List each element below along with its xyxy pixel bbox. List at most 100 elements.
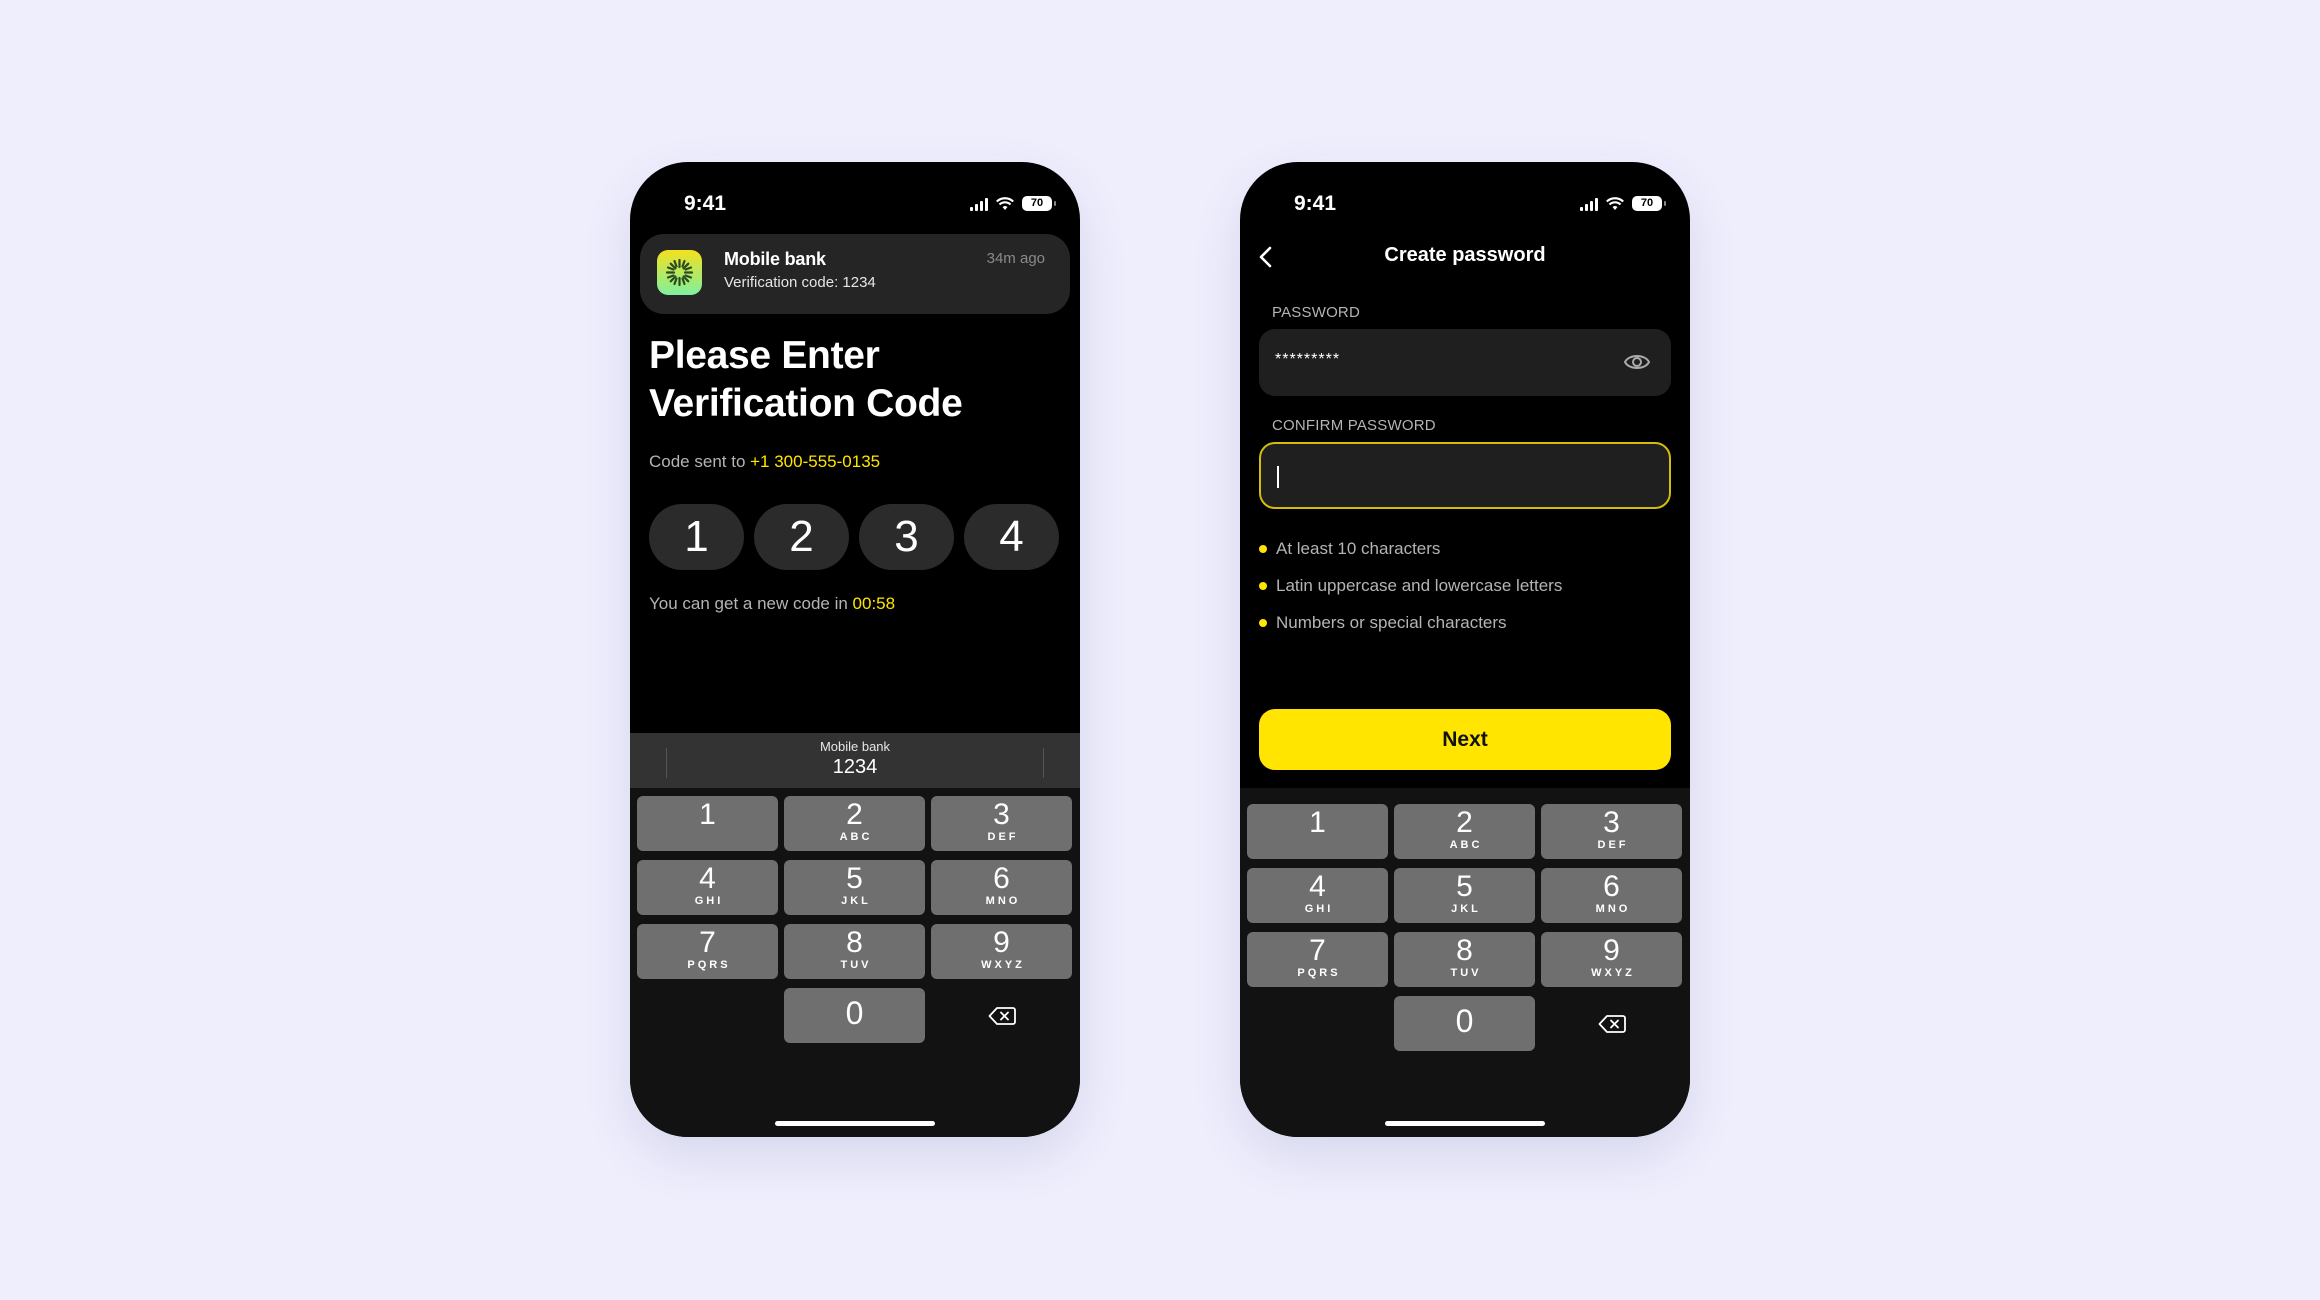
backspace-icon <box>1598 1014 1626 1033</box>
resend-timer-text: You can get a new code in 00:58 <box>649 594 895 614</box>
key-6[interactable]: 6 MNO <box>931 860 1072 915</box>
code-sent-prefix: Code sent to <box>649 452 751 471</box>
battery-icon: 70 <box>1022 196 1056 211</box>
delete-key[interactable] <box>931 988 1072 1043</box>
key-number: 7 <box>699 926 716 959</box>
key-letters: WXYZ <box>1591 967 1635 979</box>
sms-notification[interactable]: Mobile bank Verification code: 1234 34m … <box>640 234 1070 314</box>
key-2[interactable]: 2 ABC <box>784 796 925 851</box>
toggle-visibility-button[interactable] <box>1623 349 1651 380</box>
key-letters: ABC <box>839 831 873 843</box>
backspace-icon <box>988 1006 1016 1025</box>
page-title: Create password <box>1384 244 1546 266</box>
key-letters: DEF <box>1597 839 1629 851</box>
password-label: PASSWORD <box>1272 304 1360 321</box>
page-title: Please Enter Verification Code <box>649 332 963 428</box>
key-8[interactable]: 8 TUV <box>1394 932 1535 987</box>
key-letters: TUV <box>1450 967 1482 979</box>
key-letters: JKL <box>841 895 871 907</box>
key-number: 9 <box>1603 934 1620 967</box>
key-1[interactable]: 1 <box>637 796 778 851</box>
key-3[interactable]: 3 DEF <box>1541 804 1682 859</box>
home-indicator[interactable] <box>1385 1121 1545 1126</box>
requirement-item: At least 10 characters <box>1259 530 1562 567</box>
next-button[interactable]: Next <box>1259 709 1671 770</box>
status-time: 9:41 <box>684 192 727 215</box>
code-digit-input[interactable]: 1 <box>649 504 744 570</box>
key-9[interactable]: 9 WXYZ <box>1541 932 1682 987</box>
key-5[interactable]: 5 JKL <box>1394 868 1535 923</box>
cellular-signal-icon <box>1580 197 1598 211</box>
bullet-icon <box>1259 581 1267 590</box>
key-1[interactable]: 1 <box>1247 804 1388 859</box>
key-3[interactable]: 3 DEF <box>931 796 1072 851</box>
status-icons: 70 <box>970 196 1056 211</box>
status-bar: 9:41 70 <box>1240 186 1690 226</box>
resend-timer: 00:58 <box>852 594 896 613</box>
key-6[interactable]: 6 MNO <box>1541 868 1682 923</box>
page-title-line2: Verification Code <box>649 382 963 425</box>
key-5[interactable]: 5 JKL <box>784 860 925 915</box>
key-letters: PQRS <box>1297 967 1341 979</box>
delete-key[interactable] <box>1541 996 1682 1051</box>
numeric-keyboard: Mobile bank 1234 1 2 ABC 3 DEF 4 GHI 5 JKL 6… <box>630 733 1080 1137</box>
key-0[interactable]: 0 <box>1394 996 1535 1051</box>
key-number: 6 <box>993 862 1010 895</box>
key-7[interactable]: 7 PQRS <box>637 924 778 979</box>
phone-create-password-screen: 9:41 70 Create password PASSWORD *******… <box>1240 162 1690 1137</box>
key-empty <box>637 988 778 1043</box>
confirm-password-label: CONFIRM PASSWORD <box>1272 417 1436 434</box>
cellular-signal-icon <box>970 197 988 211</box>
key-2[interactable]: 2 ABC <box>1394 804 1535 859</box>
phone-verification-screen: 9:41 70 Mobile bank Verification code: 1… <box>630 162 1080 1137</box>
key-4[interactable]: 4 GHI <box>637 860 778 915</box>
autofill-suggestion[interactable]: Mobile bank 1234 <box>630 733 1080 788</box>
code-digit-input[interactable]: 2 <box>754 504 849 570</box>
status-icons: 70 <box>1580 196 1666 211</box>
divider <box>1043 748 1044 778</box>
key-8[interactable]: 8 TUV <box>784 924 925 979</box>
password-value: ********* <box>1275 351 1341 368</box>
key-number: 7 <box>1309 934 1326 967</box>
key-7[interactable]: 7 PQRS <box>1247 932 1388 987</box>
password-field[interactable]: ********* <box>1259 329 1671 396</box>
key-number: 2 <box>1456 806 1473 839</box>
autofill-code: 1234 <box>832 756 878 778</box>
key-number: 8 <box>1456 934 1473 967</box>
key-number: 4 <box>699 862 716 895</box>
code-digit-input[interactable]: 4 <box>964 504 1059 570</box>
page-title-line1: Please Enter <box>649 334 880 377</box>
notification-message: Verification code: 1234 <box>724 274 876 291</box>
key-9[interactable]: 9 WXYZ <box>931 924 1072 979</box>
key-empty <box>1247 996 1388 1051</box>
confirm-password-field[interactable] <box>1259 442 1671 509</box>
key-number: 1 <box>699 798 716 831</box>
bullet-icon <box>1259 618 1267 627</box>
status-bar: 9:41 70 <box>630 186 1080 226</box>
key-number: 4 <box>1309 870 1326 903</box>
key-letters: MNO <box>985 895 1021 907</box>
key-letters: JKL <box>1451 903 1481 915</box>
key-number: 3 <box>1603 806 1620 839</box>
home-indicator[interactable] <box>775 1121 935 1126</box>
eye-icon <box>1623 355 1651 369</box>
code-digit-input[interactable]: 3 <box>859 504 954 570</box>
autofill-source: Mobile bank <box>819 739 891 754</box>
key-number: 3 <box>993 798 1010 831</box>
key-letters: GHI <box>1304 903 1334 915</box>
bullet-icon <box>1259 544 1267 553</box>
key-letters: DEF <box>987 831 1019 843</box>
code-input-group: 1 2 3 4 <box>649 504 1059 570</box>
notification-app-name: Mobile bank <box>724 249 826 269</box>
key-number: 9 <box>993 926 1010 959</box>
key-number: 5 <box>1456 870 1473 903</box>
battery-icon: 70 <box>1632 196 1666 211</box>
password-requirements: At least 10 characters Latin uppercase a… <box>1259 530 1562 641</box>
key-letters: TUV <box>840 959 872 971</box>
key-letters: GHI <box>694 895 724 907</box>
keypad: 1 2 ABC 3 DEF 4 GHI 5 JKL 6 MNO 7 PQRS 8 TUV 9W… <box>1240 788 1690 1059</box>
key-number: 0 <box>1455 1003 1474 1039</box>
key-4[interactable]: 4 GHI <box>1247 868 1388 923</box>
numeric-keyboard: 1 2 ABC 3 DEF 4 GHI 5 JKL 6 MNO 7 PQRS 8 TUV 9W… <box>1240 788 1690 1137</box>
key-0[interactable]: 0 <box>784 988 925 1043</box>
